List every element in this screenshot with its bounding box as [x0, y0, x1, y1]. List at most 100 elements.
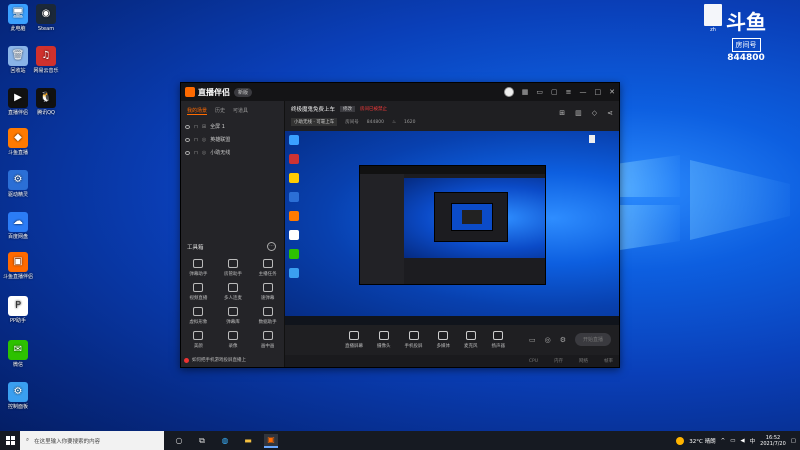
toolbox-item[interactable]: 画中画 — [250, 331, 285, 349]
minimize-icon[interactable]: — — [580, 88, 587, 96]
app-titlebar[interactable]: 直播伴侣 新版 ▦ ▭ ▢ ≡ — □ ✕ — [181, 83, 619, 101]
desktop-icon[interactable]: ✉ 微信 — [0, 340, 36, 368]
toolbox-item[interactable]: 主播任务 — [250, 259, 285, 277]
toolbox-item[interactable]: 录像 — [216, 331, 251, 349]
toolbox-item[interactable]: 虚拟形象 — [181, 307, 216, 325]
cortana-icon[interactable]: ○ — [172, 434, 186, 448]
lock-icon[interactable]: ⊓ — [194, 124, 198, 130]
eye-icon[interactable] — [185, 150, 190, 155]
desktop-icon[interactable]: 🐧 腾讯QQ — [28, 88, 64, 116]
toolbox-item[interactable]: 房管助手 — [216, 259, 251, 277]
edge-icon[interactable]: ◍ — [218, 434, 232, 448]
record-icon[interactable]: ▭ — [529, 336, 536, 344]
start-live-button[interactable]: 开始直播 — [574, 333, 611, 346]
main-panel: 终极魔鬼免费上车 修改 房间已被禁止 小助无线 · 可靠上车 房间号 84480… — [285, 101, 619, 367]
category-chip[interactable]: 小助无线 · 可靠上车 — [291, 118, 338, 126]
search-box[interactable]: ⌕ 在这里输入你要搜索的内容 — [20, 431, 164, 450]
source-control[interactable]: 多媒体 — [437, 331, 450, 349]
toolbox-item[interactable]: 视频直播 — [181, 283, 216, 301]
close-icon[interactable]: ✕ — [609, 88, 615, 96]
message-icon[interactable]: ▭ — [536, 88, 543, 96]
room-meta: 小助无线 · 可靠上车 房间号 844800 ♨ 1620 — [291, 118, 613, 126]
tool-label: 数据助手 — [258, 320, 277, 325]
version-badge[interactable]: 新版 — [234, 87, 253, 97]
trash-icon[interactable]: ▥ — [575, 109, 582, 117]
grid-icon[interactable]: ▦ — [522, 88, 529, 96]
settings-icon[interactable]: ◎ — [545, 336, 551, 344]
desktop-icon-label: Steam — [37, 26, 55, 32]
scene-item[interactable]: ⊓ ◎ 小助无线 — [185, 146, 280, 159]
weather-icon[interactable] — [676, 436, 685, 445]
source-control[interactable]: 麦克风 — [464, 331, 478, 349]
toolbox-item[interactable]: 多人连麦 — [216, 283, 251, 301]
gear-icon[interactable]: ⚙ — [560, 336, 566, 344]
toolbox-item[interactable]: 弹幕库 — [216, 307, 251, 325]
tool-icon — [262, 307, 273, 316]
eye-icon[interactable] — [185, 124, 190, 129]
preview-icon — [289, 249, 299, 259]
gift-icon[interactable]: ⊞ — [559, 109, 565, 117]
toolbox-item[interactable]: 速弹幕 — [250, 283, 285, 301]
source-control[interactable]: 扬声器 — [492, 331, 505, 349]
tab-history[interactable]: 历史 — [215, 107, 225, 115]
desktop-icon[interactable]: ◉ Steam — [28, 4, 64, 32]
share-icon[interactable]: ⋖ — [607, 109, 613, 117]
tray-up-icon[interactable]: ^ — [721, 438, 726, 444]
sidebar: 我的场景 历史 可道具 ⊓ ⊞ 全屏 1 ⊓ ◎ 英雄联盟 ⊓ ◎ 小助无线 工具箱 ···… — [181, 101, 285, 367]
toolbox-item[interactable]: 数据助手 — [250, 307, 285, 325]
maximize-icon[interactable]: □ — [595, 88, 602, 96]
notification-icon[interactable]: ▢ — [791, 438, 796, 444]
preview-icon — [289, 268, 299, 278]
source-control[interactable]: 摄像头 — [377, 331, 391, 349]
tool-label: 主播任务 — [258, 272, 277, 277]
scene-item[interactable]: ⊓ ⊞ 全屏 1 — [185, 120, 280, 133]
live-preview[interactable] — [285, 131, 619, 325]
avatar[interactable] — [503, 87, 514, 97]
eye-icon[interactable] — [185, 137, 190, 142]
desktop-app-icon: ☁ — [8, 212, 28, 232]
desktop-app-icon: P — [8, 296, 28, 316]
menu-icon[interactable]: ≡ — [566, 88, 572, 96]
clock[interactable]: 16:52 2021/7/20 — [760, 435, 786, 447]
phone-cast-tip[interactable]: 如何把手机游戏投屏直播上 — [184, 357, 246, 363]
tool-icon — [193, 331, 204, 340]
desktop-icon[interactable]: ⚙ 控制面板 — [0, 382, 36, 410]
bell-icon[interactable]: ◇ — [592, 109, 597, 117]
chat-icon[interactable]: ▢ — [551, 88, 558, 96]
desktop-icon[interactable]: ▣ 斗鱼直播伴侣 — [0, 252, 36, 280]
start-button[interactable] — [0, 431, 20, 450]
desktop-icon[interactable]: ⚙ 驱动精灵 — [0, 170, 36, 198]
desktop-icon-label: 斗鱼直播 — [7, 150, 28, 156]
desktop-icon[interactable]: ♫ 网易云音乐 — [28, 46, 64, 74]
lock-icon[interactable]: ⊓ — [194, 137, 198, 143]
scene-item[interactable]: ⊓ ◎ 英雄联盟 — [185, 133, 280, 146]
desktop-icon[interactable]: P PP助手 — [0, 296, 36, 324]
tab-props[interactable]: 可道具 — [233, 107, 248, 115]
source-control[interactable]: 手机投屏 — [405, 331, 423, 349]
toolbox-item[interactable]: 美颜 — [181, 331, 216, 349]
desktop-icon[interactable]: ☁ 百度网盘 — [0, 212, 36, 240]
explorer-icon[interactable]: ▬ — [241, 434, 255, 448]
lock-icon[interactable]: ⊓ — [194, 150, 198, 156]
tool-label: 房管助手 — [223, 272, 242, 277]
desktop-app-icon: ♫ — [36, 46, 56, 66]
more-icon[interactable]: ··· — [267, 242, 276, 251]
toolbox-title: 工具箱 — [187, 245, 204, 251]
tool-label: 弹幕库 — [226, 320, 240, 325]
source-control[interactable]: 直播屏幕 — [345, 331, 363, 349]
task-view-icon[interactable]: ⧉ — [195, 434, 209, 448]
room-warning[interactable]: 房间已被禁止 — [360, 106, 387, 112]
live-companion-taskbar-icon[interactable]: ▣ — [264, 433, 278, 448]
preview-icon — [289, 211, 299, 221]
edit-title-button[interactable]: 修改 — [340, 106, 356, 112]
volume-icon[interactable]: ◀ — [740, 438, 744, 444]
toolbox-item[interactable]: 弹幕助手 — [181, 259, 216, 277]
ime-icon[interactable]: 中 — [750, 437, 756, 445]
system-tray: 32°C 晴朗 ^ ▭ ◀ 中 16:52 2021/7/20 ▢ — [676, 435, 800, 447]
weather-text[interactable]: 32°C 晴朗 — [689, 437, 715, 445]
network-icon[interactable]: ▭ — [730, 438, 735, 444]
tab-scenes[interactable]: 我的场景 — [187, 107, 208, 115]
preview-icon — [289, 173, 299, 183]
desktop-icon[interactable]: ◆ 斗鱼直播 — [0, 128, 36, 156]
app-logo-icon — [185, 87, 195, 97]
